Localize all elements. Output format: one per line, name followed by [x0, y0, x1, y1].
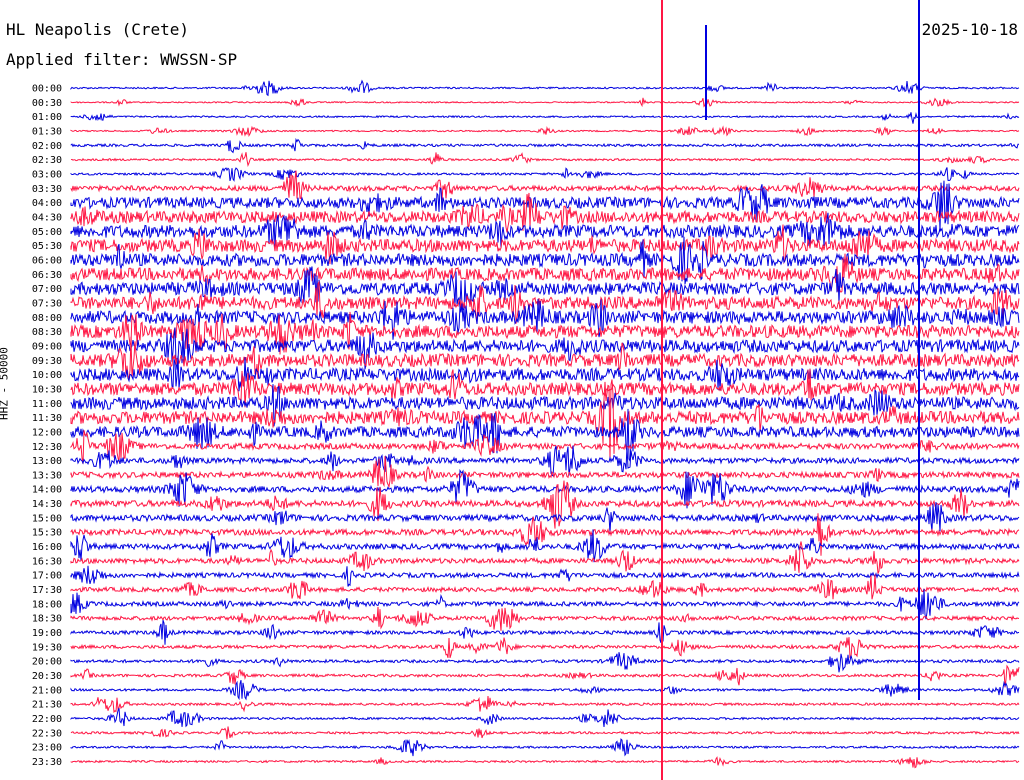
time-tick-label: 15:00 [32, 513, 62, 524]
seismic-trace [70, 565, 1020, 587]
time-tick-label: 14:30 [32, 499, 62, 510]
time-tick-label: 19:00 [32, 628, 62, 639]
time-tick-label: 04:00 [32, 198, 62, 209]
time-tick-label: 23:00 [32, 743, 62, 754]
time-tick-label: 12:00 [32, 427, 62, 438]
seismic-trace [70, 606, 1019, 631]
time-tick-label: 02:30 [32, 155, 62, 166]
time-tick-label: 14:00 [32, 485, 62, 496]
time-tick-label: 03:00 [32, 169, 62, 180]
time-tick-label: 23:30 [32, 757, 62, 768]
time-tick-label: 00:30 [32, 98, 62, 109]
seismic-trace [70, 445, 1020, 477]
time-tick-label: 10:00 [32, 370, 62, 381]
time-tick-label: 12:30 [32, 442, 62, 453]
seismic-trace [70, 708, 1020, 728]
time-tick-label: 11:00 [32, 399, 62, 410]
seismic-trace [70, 192, 1020, 233]
time-tick-label: 18:00 [32, 599, 62, 610]
time-tick-label: 00:00 [32, 84, 62, 95]
seismic-trace [70, 696, 1020, 714]
time-tick-label: 15:30 [32, 528, 62, 539]
time-tick-label: 10:30 [32, 384, 62, 395]
seismic-trace [70, 79, 1020, 97]
seismic-trace [70, 637, 1020, 659]
time-tick-label: 18:30 [32, 614, 62, 625]
time-tick-label: 05:30 [32, 241, 62, 252]
seismic-trace [70, 756, 1020, 769]
seismic-trace [70, 619, 1020, 645]
time-tick-label: 09:00 [32, 341, 62, 352]
seismic-trace [70, 137, 1019, 154]
seismic-trace [70, 679, 1020, 701]
seismic-trace [70, 738, 1020, 757]
seismic-trace [70, 664, 1020, 688]
time-tick-label: 13:00 [32, 456, 62, 467]
time-tick-label: 05:00 [32, 227, 62, 238]
seismic-trace [70, 726, 1020, 740]
seismic-trace [70, 125, 1020, 138]
time-tick-label: 17:30 [32, 585, 62, 596]
time-tick-label: 08:30 [32, 327, 62, 338]
time-tick-label: 16:30 [32, 556, 62, 567]
time-tick-label: 20:00 [32, 657, 62, 668]
time-tick-label: 01:00 [32, 112, 62, 123]
time-tick-label: 13:30 [32, 470, 62, 481]
time-tick-label: 01:30 [32, 126, 62, 137]
helicorder-plot: 00:00 00:30 01:00 01:30 02:00 02:30 03:00 03:30… [32, 0, 1020, 780]
time-tick-label: 17:00 [32, 571, 62, 582]
time-tick-label: 11:30 [32, 413, 62, 424]
time-tick-label: 07:30 [32, 298, 62, 309]
time-tick-label: 03:30 [32, 184, 62, 195]
time-tick-label: 06:00 [32, 255, 62, 266]
time-tick-label: 19:30 [32, 642, 62, 653]
seismic-trace [70, 652, 1020, 673]
seismic-trace [70, 152, 1020, 167]
time-tick-label: 09:30 [32, 356, 62, 367]
time-tick-label: 08:00 [32, 313, 62, 324]
time-tick-label: 07:00 [32, 284, 62, 295]
time-tick-label: 02:00 [32, 141, 62, 152]
time-tick-label: 04:30 [32, 212, 62, 223]
time-tick-label: 22:30 [32, 728, 62, 739]
seismic-trace [70, 112, 1020, 124]
seismic-trace [70, 167, 1020, 182]
seismic-trace [70, 430, 1020, 464]
seismic-trace [70, 97, 1020, 108]
time-tick-label: 22:00 [32, 714, 62, 725]
time-tick-label: 21:00 [32, 685, 62, 696]
time-tick-label: 06:30 [32, 270, 62, 281]
time-tick-label: 20:30 [32, 671, 62, 682]
time-tick-label: 21:30 [32, 700, 62, 711]
time-tick-label: 16:00 [32, 542, 62, 553]
